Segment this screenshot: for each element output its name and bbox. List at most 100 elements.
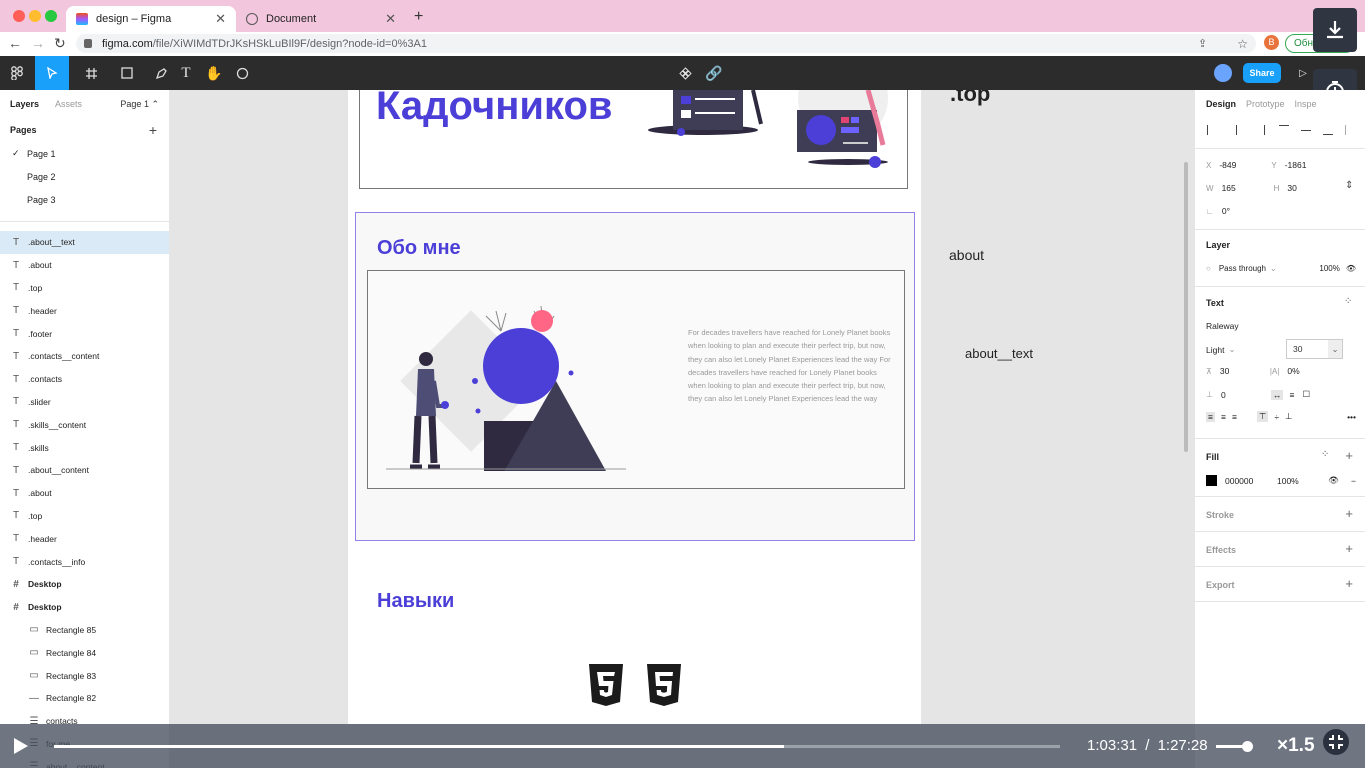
layer-item[interactable]: T .slider: [0, 391, 169, 414]
remove-fill-icon[interactable]: −: [1351, 476, 1356, 486]
tab-prototype[interactable]: Prototype: [1246, 99, 1285, 109]
page-item[interactable]: Page 3: [0, 188, 169, 211]
profile-avatar[interactable]: B: [1264, 35, 1279, 50]
canvas-label-about-text[interactable]: about__text: [965, 346, 1033, 361]
align-left-icon[interactable]: [1207, 125, 1217, 135]
tab-design-figma[interactable]: design – Figma ✕: [66, 6, 236, 32]
layer-item[interactable]: — Rectangle 82: [0, 687, 169, 710]
rectangle-tool-icon[interactable]: [110, 56, 144, 90]
layer-item[interactable]: T .header: [0, 299, 169, 322]
text-styles-icon[interactable]: ⁘: [1344, 296, 1352, 307]
tab-assets[interactable]: Assets: [55, 99, 82, 109]
align-middle-text-icon[interactable]: ÷: [1274, 412, 1279, 422]
canvas-label-top[interactable]: .top: [950, 90, 990, 107]
layer-item[interactable]: T .header: [0, 527, 169, 550]
y-input[interactable]: -1861: [1285, 160, 1307, 170]
share-button[interactable]: Share: [1243, 63, 1281, 83]
new-tab-button[interactable]: +: [414, 8, 423, 26]
font-family-select[interactable]: Raleway: [1206, 321, 1239, 331]
page-item[interactable]: Page 2: [0, 165, 169, 188]
add-fill-icon[interactable]: +: [1345, 448, 1353, 463]
add-stroke-icon[interactable]: +: [1345, 506, 1353, 521]
frame-tool-icon[interactable]: [74, 56, 108, 90]
letter-spacing-input[interactable]: 0%: [1287, 366, 1299, 376]
canvas-vertical-scrollbar[interactable]: [1184, 162, 1188, 452]
layer-item[interactable]: ▭ Rectangle 85: [0, 619, 169, 642]
add-page-icon[interactable]: +: [149, 122, 157, 138]
volume-knob[interactable]: [1242, 741, 1253, 752]
x-input[interactable]: -849: [1219, 160, 1271, 170]
auto-height-icon[interactable]: ≡: [1289, 390, 1294, 400]
width-input[interactable]: 165: [1222, 183, 1274, 193]
back-arrow-icon[interactable]: ←: [8, 35, 22, 51]
hand-tool-icon[interactable]: ✋: [204, 56, 224, 90]
user-avatar[interactable]: [1214, 64, 1232, 82]
layer-item[interactable]: T .skills: [0, 436, 169, 459]
align-bottom-icon[interactable]: [1323, 125, 1333, 135]
layer-item[interactable]: T .about: [0, 482, 169, 505]
text-align-center-icon[interactable]: ≡: [1221, 412, 1226, 422]
tab-design[interactable]: Design: [1206, 99, 1236, 109]
align-center-h-icon[interactable]: [1231, 125, 1237, 135]
move-tool-icon[interactable]: [35, 56, 69, 90]
chevron-down-icon[interactable]: ⌄: [1328, 340, 1342, 358]
align-bottom-text-icon[interactable]: ⊥: [1285, 411, 1292, 422]
align-top-text-icon[interactable]: ⊤: [1256, 411, 1269, 422]
top-section[interactable]: Кадочников: [359, 90, 908, 189]
layer-item[interactable]: T .top: [0, 505, 169, 528]
fixed-size-icon[interactable]: ☐: [1302, 389, 1310, 400]
present-play-icon[interactable]: ▷: [1294, 56, 1312, 90]
layer-item[interactable]: T .top: [0, 277, 169, 300]
minimize-window-button[interactable]: [29, 10, 41, 22]
about-section[interactable]: Обо мне For decades travellers have reac…: [355, 212, 915, 541]
close-tab-icon[interactable]: ✕: [385, 11, 396, 27]
line-height-input[interactable]: 30: [1220, 366, 1270, 376]
exit-fullscreen-icon[interactable]: [1323, 729, 1349, 755]
page-item[interactable]: ✓ Page 1: [0, 142, 169, 165]
video-progress-bar[interactable]: [54, 745, 1060, 748]
tab-inspect[interactable]: Inspe: [1295, 99, 1317, 109]
eye-icon[interactable]: 👁: [1328, 475, 1339, 486]
add-export-icon[interactable]: +: [1345, 576, 1353, 591]
fill-hex-input[interactable]: 000000: [1225, 476, 1277, 486]
layer-item[interactable]: T .contacts__content: [0, 345, 169, 368]
layer-item[interactable]: # Desktop: [0, 596, 169, 619]
skills-title[interactable]: Навыки: [377, 590, 454, 613]
download-icon[interactable]: [1313, 8, 1357, 52]
font-weight-select[interactable]: Light: [1206, 345, 1224, 355]
close-tab-icon[interactable]: ✕: [215, 11, 226, 27]
constrain-proportions-icon[interactable]: ⇕: [1345, 180, 1353, 191]
about-title[interactable]: Обо мне: [377, 237, 461, 260]
play-icon[interactable]: [14, 738, 28, 754]
fill-color-swatch[interactable]: [1206, 475, 1217, 486]
tab-layers[interactable]: Layers: [10, 99, 39, 109]
link-icon[interactable]: 🔗: [704, 56, 724, 90]
playback-speed[interactable]: ×1.5: [1277, 735, 1315, 757]
layer-item[interactable]: ▭ Rectangle 83: [0, 664, 169, 687]
text-align-right-icon[interactable]: ≡: [1232, 412, 1237, 422]
layer-item[interactable]: T .contacts: [0, 368, 169, 391]
fill-styles-icon[interactable]: ⁘: [1321, 449, 1329, 460]
share-page-icon[interactable]: ⇪: [1198, 37, 1207, 50]
layer-item[interactable]: T .about__content: [0, 459, 169, 482]
paragraph-spacing-input[interactable]: 0: [1221, 390, 1271, 400]
pen-tool-icon[interactable]: [144, 56, 178, 90]
forward-arrow-icon[interactable]: →: [31, 35, 45, 51]
layer-item[interactable]: T .footer: [0, 322, 169, 345]
text-tool-icon[interactable]: T: [176, 56, 196, 90]
rotation-input[interactable]: 0°: [1222, 206, 1230, 216]
layer-item[interactable]: T .about: [0, 254, 169, 277]
layer-item[interactable]: T .about__text: [0, 231, 169, 254]
url-input[interactable]: figma.com /file/XiWIMdTDrJKsHSkLuBIl9F/d…: [76, 34, 1256, 53]
design-canvas[interactable]: Кадочников Обо мне For decades traveller…: [170, 90, 1194, 724]
height-input[interactable]: 30: [1287, 183, 1296, 193]
auto-width-icon[interactable]: ↔: [1270, 389, 1284, 400]
add-effect-icon[interactable]: +: [1345, 541, 1353, 556]
eye-icon[interactable]: 👁: [1346, 264, 1356, 273]
layer-item[interactable]: ▭ Rectangle 84: [0, 641, 169, 664]
figma-menu-icon[interactable]: [2, 56, 32, 90]
about-content-box[interactable]: For decades travellers have reached for …: [367, 270, 905, 489]
hero-surname[interactable]: Кадочников: [376, 90, 612, 129]
reload-icon[interactable]: ↻: [54, 35, 66, 52]
text-align-left-icon[interactable]: ≡: [1206, 411, 1215, 422]
